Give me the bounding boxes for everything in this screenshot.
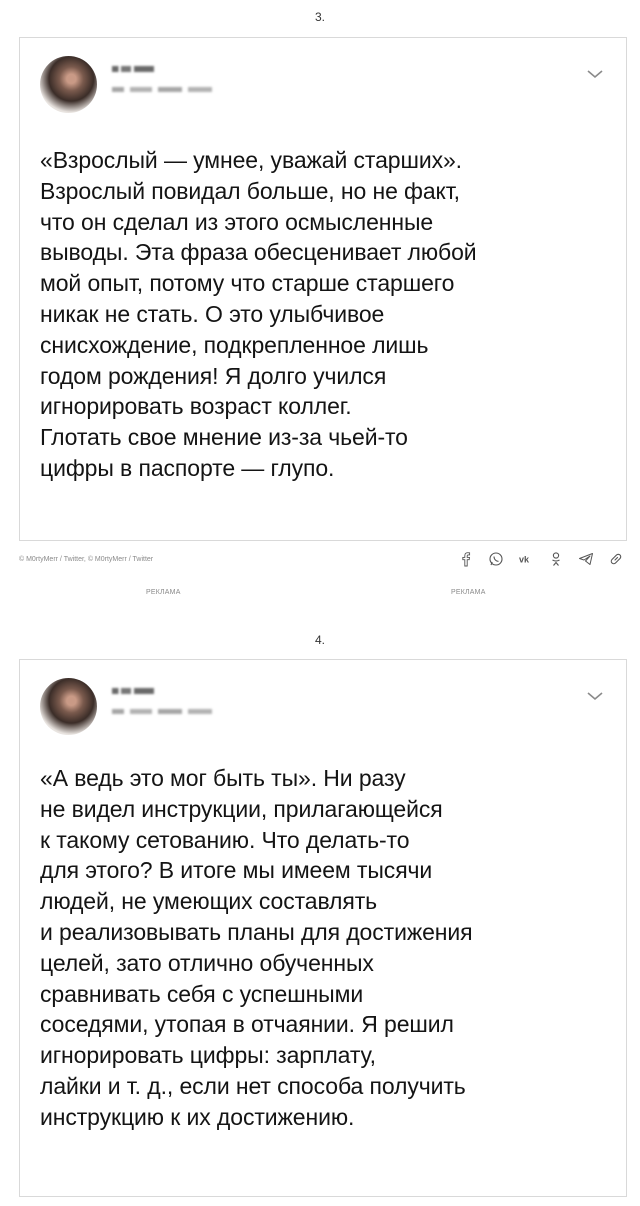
vk-icon[interactable]: vk bbox=[518, 551, 534, 567]
tweet-card-3: «Взрослый — умнее, уважай старших». Взро… bbox=[19, 37, 627, 541]
blurred-username bbox=[112, 688, 154, 694]
odnoklassniki-icon[interactable] bbox=[548, 551, 564, 567]
blurred-handle bbox=[112, 87, 212, 92]
post-number-4: 4. bbox=[314, 633, 325, 647]
blurred-username bbox=[112, 66, 154, 72]
avatar[interactable] bbox=[40, 678, 97, 735]
photo-credit: © M0rtyMerr / Twitter, © M0rtyMerr / Twi… bbox=[19, 556, 154, 563]
facebook-icon[interactable] bbox=[458, 551, 474, 567]
tweet-text: «А ведь это мог быть ты». Ни разу не вид… bbox=[40, 765, 473, 1130]
ad-label-right: РЕКЛАМА bbox=[451, 589, 486, 596]
tweet-text: «Взрослый — умнее, уважай старших». Взро… bbox=[40, 147, 477, 481]
avatar[interactable] bbox=[40, 56, 97, 113]
telegram-icon[interactable] bbox=[578, 551, 594, 567]
blurred-handle bbox=[112, 709, 212, 714]
svg-text:vk: vk bbox=[519, 555, 530, 565]
post-number-3: 3. bbox=[314, 10, 325, 24]
whatsapp-icon[interactable] bbox=[488, 551, 504, 567]
tweet-card-4: «А ведь это мог быть ты». Ни разу не вид… bbox=[19, 659, 627, 1197]
share-bar: vk bbox=[458, 551, 624, 567]
link-icon[interactable] bbox=[608, 551, 624, 567]
ad-label-left: РЕКЛАМА bbox=[146, 589, 181, 596]
chevron-down-icon[interactable] bbox=[586, 690, 604, 702]
chevron-down-icon[interactable] bbox=[586, 68, 604, 80]
